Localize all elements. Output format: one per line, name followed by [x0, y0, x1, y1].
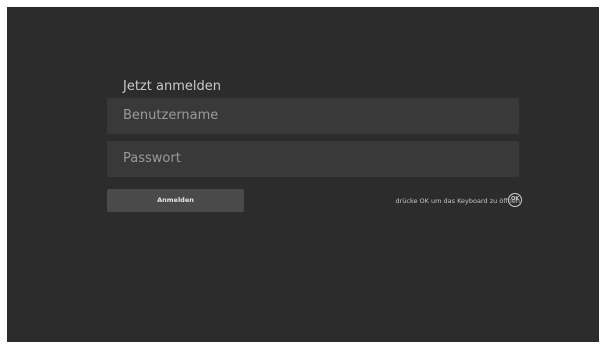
login-button[interactable]: Anmelden: [107, 189, 244, 212]
password-placeholder: Passwort: [123, 151, 181, 166]
keyboard-hint: drücke OK um das Keyboard zu öffnen: [395, 197, 520, 205]
username-placeholder: Benutzername: [123, 108, 219, 123]
password-field[interactable]: Passwort: [107, 141, 519, 177]
login-title: Jetzt anmelden: [123, 79, 221, 94]
ok-button-icon: OK: [508, 193, 522, 207]
tv-login-screen: Jetzt anmelden Benutzername Passwort Anm…: [7, 7, 599, 342]
username-field[interactable]: Benutzername: [107, 98, 519, 134]
